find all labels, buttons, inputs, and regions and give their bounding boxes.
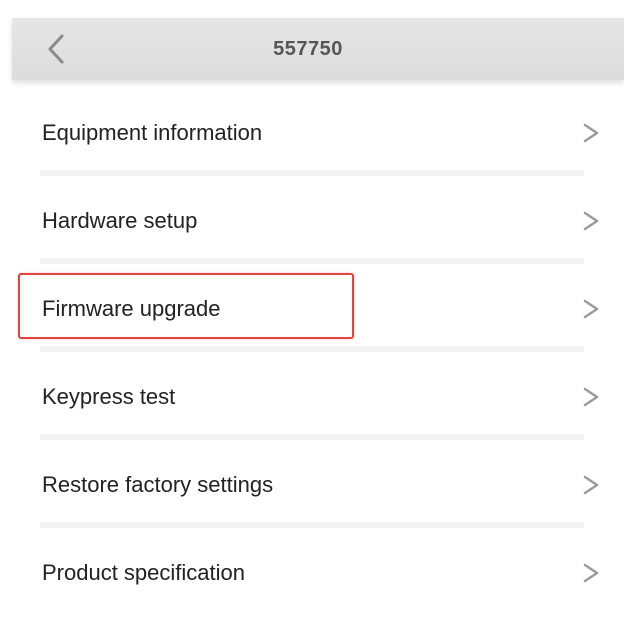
menu-item-restore-factory-settings[interactable]: Restore factory settings [0, 444, 624, 532]
menu-item-hardware-setup[interactable]: Hardware setup [0, 180, 624, 268]
chevron-right-icon [583, 123, 599, 143]
menu-item-equipment-information[interactable]: Equipment information [0, 92, 624, 180]
chevron-right-icon [583, 299, 599, 319]
divider [40, 434, 584, 440]
divider [40, 170, 584, 176]
menu-item-label: Restore factory settings [42, 472, 274, 497]
chevron-right-icon [583, 387, 599, 407]
divider [40, 522, 584, 528]
divider [40, 346, 584, 352]
chevron-right-icon [583, 563, 599, 583]
settings-menu: Equipment information Hardware setup Fir… [0, 92, 624, 620]
menu-item-product-specification[interactable]: Product specification [0, 532, 624, 620]
menu-item-label: Firmware upgrade [42, 296, 221, 321]
chevron-right-icon [583, 475, 599, 495]
menu-item-label: Equipment information [42, 120, 263, 145]
divider [40, 258, 584, 264]
menu-item-label: Product specification [42, 560, 245, 585]
menu-item-keypress-test[interactable]: Keypress test [0, 356, 624, 444]
menu-item-label: Keypress test [42, 384, 176, 409]
chevron-right-icon [583, 211, 599, 231]
menu-item-firmware-upgrade[interactable]: Firmware upgrade [0, 268, 624, 356]
menu-item-label: Hardware setup [42, 208, 198, 233]
top-bar: 557750 [12, 18, 624, 80]
page-title: 557750 [273, 38, 343, 60]
